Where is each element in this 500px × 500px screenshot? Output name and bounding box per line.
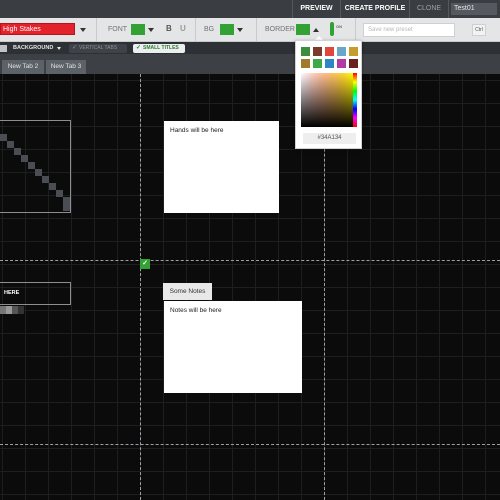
- pattern-cell: [49, 183, 56, 190]
- color-swatch[interactable]: [325, 59, 334, 68]
- separator: [355, 18, 356, 42]
- notes-placeholder-text: Notes will be here: [170, 307, 222, 314]
- color-swatch[interactable]: [301, 59, 310, 68]
- bg-label: BG: [204, 26, 215, 33]
- small-titles-label: SMALL TITLES: [143, 45, 179, 51]
- vertical-tabs-toggle[interactable]: ✓ VERTICAL TABS: [69, 44, 127, 53]
- chevron-down-icon: [57, 47, 61, 50]
- widget-outline[interactable]: [0, 120, 71, 213]
- guide-line: [140, 74, 141, 500]
- pattern-cell: [0, 134, 7, 141]
- pattern-cell: [56, 190, 63, 197]
- font-color-swatch[interactable]: [131, 24, 145, 35]
- separator: [96, 18, 97, 42]
- border-label: BORDER: [265, 26, 295, 33]
- chevron-down-icon: [80, 28, 86, 32]
- bg-color-swatch[interactable]: [220, 24, 234, 35]
- tab-row: New Tab 2 New Tab 3: [0, 54, 500, 74]
- top-bar: PREVIEW CREATE PROFILE CLONE Test01: [0, 0, 500, 18]
- color-swatch[interactable]: [349, 59, 358, 68]
- hands-placeholder-text: Hands will be here: [170, 127, 224, 134]
- extra-button[interactable]: Ctrl: [472, 24, 486, 36]
- pattern-cell: [42, 176, 49, 183]
- pattern-cell: [63, 204, 70, 211]
- bold-button[interactable]: B: [166, 24, 172, 33]
- chevron-down-icon: [148, 28, 154, 32]
- color-swatch[interactable]: [337, 59, 346, 68]
- color-swatch[interactable]: [313, 59, 322, 68]
- background-dropdown[interactable]: BACKGROUND: [13, 44, 53, 52]
- notes-tab[interactable]: Some Notes: [163, 283, 212, 300]
- widget-label: HERE: [4, 290, 20, 296]
- hue-slider[interactable]: [353, 73, 357, 127]
- color-swatch[interactable]: [301, 47, 310, 56]
- saturation-value-picker[interactable]: [301, 73, 353, 127]
- pattern-cell: [18, 306, 24, 314]
- options-bar: BACKGROUND ✓ VERTICAL TABS ✓ SMALL TITLE…: [0, 42, 500, 54]
- font-label: FONT: [108, 26, 128, 33]
- font-color-dropdown[interactable]: [145, 24, 156, 36]
- color-swatch[interactable]: [313, 47, 322, 56]
- guide-line: [0, 444, 500, 445]
- check-icon: ✓: [72, 45, 78, 51]
- pattern-cell: [35, 169, 42, 176]
- menu-icon[interactable]: [0, 45, 7, 52]
- clone-button[interactable]: CLONE: [410, 0, 448, 18]
- check-icon[interactable]: ✓: [140, 259, 150, 269]
- pattern-cell: [21, 155, 28, 162]
- preset-dropdown-button[interactable]: [77, 24, 88, 36]
- pattern-cell: [63, 197, 70, 204]
- create-profile-button[interactable]: CREATE PROFILE: [341, 0, 409, 18]
- separator: [448, 0, 449, 18]
- color-swatch[interactable]: [325, 47, 334, 56]
- bg-color-dropdown[interactable]: [234, 24, 245, 36]
- layout-canvas[interactable]: Hands will be here ✓ HERE Some Notes Not…: [0, 74, 500, 500]
- border-color-swatch[interactable]: [296, 24, 310, 35]
- small-titles-toggle[interactable]: ✓ SMALL TITLES: [133, 44, 185, 53]
- guide-line: [0, 260, 500, 261]
- separator: [256, 18, 257, 42]
- underline-button[interactable]: U: [180, 24, 186, 33]
- notes-panel[interactable]: [164, 301, 302, 393]
- save-preset-input[interactable]: Save new preset: [363, 23, 455, 37]
- preset-select[interactable]: High Stakes: [0, 23, 75, 35]
- hands-panel[interactable]: [164, 121, 279, 213]
- preview-button[interactable]: PREVIEW: [293, 0, 340, 18]
- pattern-cell: [7, 141, 14, 148]
- color-swatch[interactable]: [349, 47, 358, 56]
- color-swatch[interactable]: [337, 47, 346, 56]
- hex-value-field[interactable]: #34A134: [303, 133, 356, 144]
- style-toolbar: High Stakes FONT B U BG BORDER ON Save n…: [0, 18, 500, 42]
- pattern-cell: [28, 162, 35, 169]
- toggle-state-label: ON: [336, 24, 342, 29]
- vertical-tabs-label: VERTICAL TABS: [79, 45, 118, 51]
- border-color-dropdown[interactable]: [310, 24, 321, 36]
- chevron-up-icon: [313, 28, 319, 32]
- color-picker-popup: #34A134: [295, 40, 362, 149]
- chevron-down-icon: [237, 28, 243, 32]
- tab-new-tab-2[interactable]: New Tab 2: [2, 60, 44, 74]
- pattern-cell: [14, 148, 21, 155]
- border-toggle[interactable]: [330, 22, 334, 36]
- separator: [195, 18, 196, 42]
- profile-name-input[interactable]: Test01: [451, 3, 497, 15]
- check-icon: ✓: [136, 45, 142, 51]
- tab-new-tab-3[interactable]: New Tab 3: [46, 60, 86, 74]
